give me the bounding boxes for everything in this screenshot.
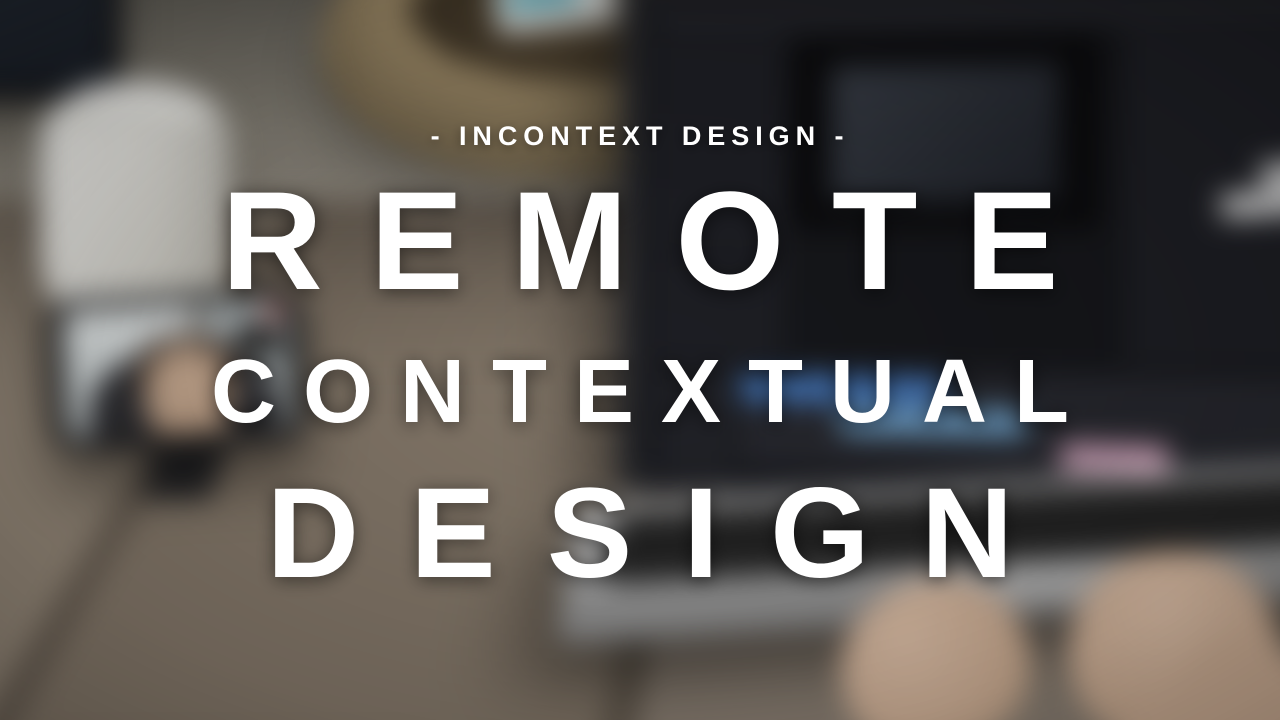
eyebrow-text: - INCONTEXT DESIGN - [431,121,850,152]
title-line-3: DESIGN [215,469,1064,600]
title-overlay: - INCONTEXT DESIGN - REMOTE CONTEXTUAL D… [0,0,1280,720]
title-line-2: CONTEXTUAL [184,347,1096,439]
title-line-1: REMOTE [174,170,1106,313]
promo-graphic: - INCONTEXT DESIGN - REMOTE CONTEXTUAL D… [0,0,1280,720]
